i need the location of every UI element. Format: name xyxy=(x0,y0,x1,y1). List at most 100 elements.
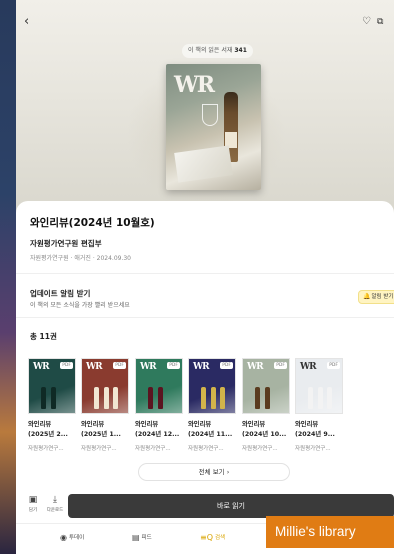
series-book-bottle xyxy=(327,387,332,409)
hero-section: ‹ ♡ ⧉ 이 책의 읽은 서재 341 WR xyxy=(16,0,394,215)
divider xyxy=(16,273,394,274)
book-cover[interactable]: WR xyxy=(166,64,261,190)
cover-logo: WR xyxy=(174,72,215,98)
series-book-bottle xyxy=(94,387,99,409)
series-book-title-line2: (2024년 10... xyxy=(242,431,287,438)
series-book-author: 자원평가연구... xyxy=(135,446,171,452)
series-book-title-line2: (2024년 11... xyxy=(188,431,233,438)
series-book-title: 와인리뷰 (2024년 11... xyxy=(188,420,240,440)
series-book-cover: WR PDF xyxy=(188,358,236,414)
download-icon: ⤓ xyxy=(53,495,57,505)
heart-icon[interactable]: ♡ xyxy=(362,15,371,29)
series-book-bottle xyxy=(158,387,163,409)
millies-library-badge: Millie's library xyxy=(266,516,394,548)
cover-glass xyxy=(202,104,218,126)
tab-today-label: 투데이 xyxy=(68,535,85,541)
series-book-bottle xyxy=(265,387,270,409)
series-book-logo: WR xyxy=(33,362,50,372)
share-icon[interactable]: ⧉ xyxy=(377,15,383,29)
tab-search-label: 검색 xyxy=(215,535,226,541)
series-book-title-line1: 와인리뷰 xyxy=(81,421,105,428)
series-book-bottle xyxy=(51,387,56,409)
series-book-cover: WR PDF xyxy=(295,358,343,414)
series-book-logo: WR xyxy=(86,362,103,372)
series-book-title: 와인리뷰 (2025년 1... xyxy=(81,420,133,440)
series-book-bottle xyxy=(104,387,109,409)
feed-icon: ▤ xyxy=(132,533,140,542)
cover-cloth xyxy=(174,145,233,183)
readers-count: 341 xyxy=(234,47,247,54)
series-book-bottle xyxy=(113,387,118,409)
today-icon: ◉ xyxy=(60,533,67,542)
series-book-title: 와인리뷰 (2024년 9... xyxy=(295,420,347,440)
series-book-author: 자원평가연구... xyxy=(28,446,64,452)
update-alert-description: 이 책의 모든 소식을 가장 빨리 받으세요 xyxy=(30,302,130,309)
pdf-badge: PDF xyxy=(167,362,180,369)
save-to-shelf-label: 담기 xyxy=(28,508,38,513)
book-detail-screen: ‹ ♡ ⧉ 이 책의 읽은 서재 341 WR 와인리뷰(2024년 10월호) … xyxy=(16,0,394,554)
tab-feed-label: 피드 xyxy=(141,535,152,541)
series-book-bottle xyxy=(41,387,46,409)
bookshelf-icon: ▣ xyxy=(28,495,38,505)
series-book-bottle xyxy=(148,387,153,409)
series-book-title-line2: (2025년 1... xyxy=(81,431,121,438)
series-book-bottle xyxy=(201,387,206,409)
series-book-title-line2: (2025년 2... xyxy=(28,431,68,438)
series-book-author: 자원평가연구... xyxy=(81,446,117,452)
series-book-title-line1: 와인리뷰 xyxy=(135,421,159,428)
pdf-badge: PDF xyxy=(327,362,340,369)
series-book-bottle xyxy=(308,387,313,409)
download-label: 다운로드 xyxy=(46,508,64,513)
series-book-title-line2: (2024년 9... xyxy=(295,431,335,438)
series-book-bottle xyxy=(211,387,216,409)
pdf-badge: PDF xyxy=(113,362,126,369)
series-book-title: 와인리뷰 (2024년 10... xyxy=(242,420,294,440)
series-book-cover: WR PDF xyxy=(135,358,183,414)
series-list: WR PDF 와인리뷰 (2025년 2... 자원평가연구... WR PDF 와인리뷰 (2… xyxy=(16,358,394,458)
series-total: 총 11권 xyxy=(30,332,57,341)
pdf-badge: PDF xyxy=(274,362,287,369)
download-button[interactable]: ⤓ 다운로드 xyxy=(44,495,66,513)
series-book-cover: WR PDF xyxy=(242,358,290,414)
tab-feed[interactable]: ▤ 피드 xyxy=(132,533,152,542)
series-book-title-line1: 와인리뷰 xyxy=(295,421,319,428)
book-publisher[interactable]: 자원평가연구원 편집부 xyxy=(30,238,102,249)
pdf-badge: PDF xyxy=(220,362,233,369)
save-to-shelf-button[interactable]: ▣ 담기 xyxy=(22,495,44,513)
tab-search[interactable]: ≡Q 검색 xyxy=(200,533,225,542)
readers-prefix: 이 책의 읽은 서재 xyxy=(188,47,233,54)
series-book-bottle xyxy=(220,387,225,409)
book-meta: 자원평가연구원 · 애거진 · 2024.09.30 xyxy=(30,255,131,262)
search-icon: ≡Q xyxy=(200,533,213,542)
read-now-button[interactable]: 바로 읽기 xyxy=(68,494,394,518)
series-book-logo: WR xyxy=(193,362,210,372)
series-book-author: 자원평가연구... xyxy=(188,446,224,452)
pdf-badge: PDF xyxy=(60,362,73,369)
series-book-title-line1: 와인리뷰 xyxy=(28,421,52,428)
series-book-author: 자원평가연구... xyxy=(295,446,331,452)
device-wallpaper-edge xyxy=(0,0,16,554)
series-book-logo: WR xyxy=(247,362,264,372)
alert-subscribe-button[interactable]: 🔔알림 받기 xyxy=(358,290,394,304)
series-book-bottle xyxy=(318,387,323,409)
series-book-logo: WR xyxy=(140,362,157,372)
series-book-logo: WR xyxy=(300,362,317,372)
series-book-title: 와인리뷰 (2024년 12... xyxy=(135,420,187,440)
series-book-cover: WR PDF xyxy=(81,358,129,414)
series-book-title-line1: 와인리뷰 xyxy=(242,421,266,428)
series-book-title: 와인리뷰 (2025년 2... xyxy=(28,420,80,440)
series-book-cover: WR PDF xyxy=(28,358,76,414)
alert-button-label: 알림 받기 xyxy=(371,294,394,300)
tab-today[interactable]: ◉ 투데이 xyxy=(60,533,84,542)
bell-icon: 🔔 xyxy=(363,293,371,300)
series-book-title-line1: 와인리뷰 xyxy=(188,421,212,428)
view-all-button[interactable]: 전체 보기 › xyxy=(138,463,290,481)
update-alert-title: 업데이트 알림 받기 xyxy=(30,289,91,298)
book-title: 와인리뷰(2024년 10월호) xyxy=(30,217,155,229)
divider xyxy=(16,317,394,318)
readers-count-pill: 이 책의 읽은 서재 341 xyxy=(182,44,253,58)
series-book-bottle xyxy=(255,387,260,409)
back-icon[interactable]: ‹ xyxy=(24,15,29,29)
series-book-author: 자원평가연구... xyxy=(242,446,278,452)
series-book-title-line2: (2024년 12... xyxy=(135,431,180,438)
